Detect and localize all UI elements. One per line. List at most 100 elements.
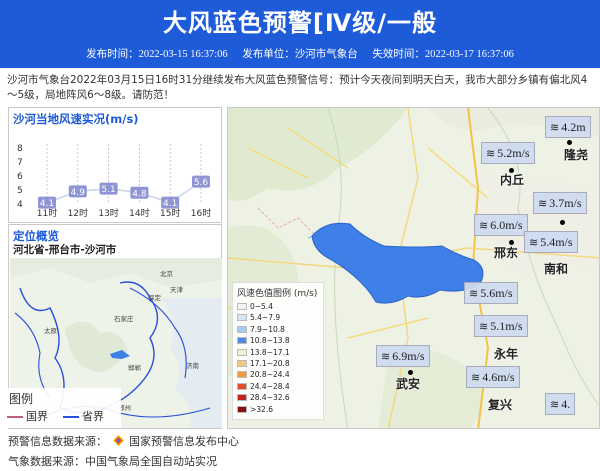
wind-icon: ≋: [538, 197, 548, 210]
wind-label[interactable]: ≋ 4.: [545, 393, 576, 415]
wind-label[interactable]: ≋ 4.6m/s: [466, 366, 520, 388]
national-border-line-icon: [7, 416, 23, 418]
wind-label[interactable]: ≋ 5.6m/s: [464, 282, 518, 304]
wind-panel-title: 沙河当地风速实况(m/s): [13, 112, 139, 126]
wind-icon: ≋: [479, 320, 489, 333]
y-tick-label: 8: [17, 144, 23, 154]
city-marker: [560, 220, 565, 225]
wind-icon: ≋: [479, 219, 489, 232]
y-tick-label: 7: [17, 158, 23, 168]
wind-label[interactable]: ≋ 5.4m/s: [524, 231, 578, 253]
data-label: 4.1: [40, 199, 54, 209]
data-label: 4.8: [132, 189, 147, 199]
y-tick-label: 4: [17, 200, 23, 210]
warning-source: 预警信息数据来源： 国家预警信息发布中心: [8, 435, 239, 448]
y-tick-label: 6: [17, 172, 23, 182]
wind-label[interactable]: ≋ 6.9m/s: [376, 345, 430, 367]
wind-label[interactable]: ≋ 6.0m/s: [474, 214, 528, 236]
legend-label: 24.4~28.4: [250, 381, 290, 391]
legend-label: 10.8~13.8: [250, 336, 290, 346]
city-label[interactable]: 内丘: [500, 171, 524, 188]
legend-label: >32.6: [250, 404, 273, 414]
legend-row: 0~5.4: [237, 302, 273, 312]
x-tick-label: 12时: [68, 207, 88, 219]
legend-swatch: [237, 348, 247, 356]
legend-swatch: [237, 303, 247, 310]
x-tick-label: 16时: [191, 207, 211, 219]
wind-icon: ≋: [486, 147, 496, 160]
page-title: 大风蓝色预警[Ⅳ级/一般: [162, 9, 438, 37]
expire-time: 失效时间：2022-03-17 16:37:06: [372, 49, 514, 60]
warning-center-logo-icon: [112, 435, 124, 446]
legend-row: 28.4~32.6: [237, 393, 290, 403]
legend-swatch: [237, 314, 247, 322]
data-label: 4.9: [71, 188, 86, 198]
header-bar: 大风蓝色预警[Ⅳ级/一般 发布时间：2022-03-15 16:37:06 发布…: [0, 0, 600, 68]
warning-description: 沙河市气象台2022年03月15日16时31分继续发布大风蓝色预警信号：预计今天…: [7, 74, 588, 101]
legend-label: 5.4~7.9: [250, 313, 281, 323]
city-marker: [567, 140, 572, 145]
map-city-label: 邯郸: [128, 364, 142, 372]
legend-row: 13.8~17.1: [237, 348, 290, 358]
map-city-label: 济南: [186, 361, 200, 370]
legend-label: 28.4~32.6: [250, 393, 290, 403]
legend-row: 5.4~7.9: [237, 313, 280, 323]
x-tick-label: 14时: [129, 207, 149, 219]
weather-source: 气象数据来源：中国气象局全国自动站实况: [8, 455, 217, 468]
legend-row: 7.9~10.8: [237, 325, 285, 335]
city-label[interactable]: 邢东: [494, 244, 518, 261]
legend-swatch: [237, 371, 247, 379]
location-region: 河北省-邢台市-沙河市: [13, 244, 117, 256]
legend-swatch: [237, 360, 247, 367]
city-label[interactable]: 永年: [494, 345, 518, 362]
wind-icon: ≋: [469, 287, 479, 300]
wind-label[interactable]: ≋ 5.1m/s: [474, 315, 528, 337]
map-legend: 图例 国界 省界: [1, 388, 121, 428]
y-tick-label: 5: [17, 186, 23, 196]
legend-row: 17.1~20.8: [237, 359, 290, 369]
wind-icon: ≋: [550, 121, 560, 134]
map-city-label: 保定: [148, 293, 162, 302]
legend-label: 0~5.4: [250, 302, 273, 311]
legend-national-border: 国界: [7, 408, 48, 424]
legend-label: 13.8~17.1: [250, 347, 290, 357]
legend-swatch: [237, 325, 247, 333]
legend-row: >32.6: [237, 405, 273, 415]
legend-row: 24.4~28.4: [237, 382, 290, 392]
data-label: 5.6: [194, 178, 209, 188]
legend-swatch: [237, 382, 247, 390]
wind-icon: ≋: [471, 371, 481, 384]
warning-source-org[interactable]: 国家预警信息发布中心: [129, 435, 239, 448]
legend-label: 7.9~10.8: [250, 324, 285, 334]
legend-swatch: [237, 394, 247, 402]
data-label: 5.1: [101, 185, 115, 195]
legend-row: 10.8~13.8: [237, 336, 290, 346]
legend-swatch: [237, 405, 247, 413]
wind-label[interactable]: ≋ 5.2m/s: [481, 142, 535, 164]
city-label[interactable]: 武安: [396, 375, 420, 392]
wind-icon: ≋: [550, 398, 560, 411]
legend-row: 20.8~24.4: [237, 370, 290, 380]
wind-speed-panel: 4 5 6 7 8 11时 12时 13时 14时 15时 16时 4.1 4.9 5.1 4.8 4.1 5.…: [8, 107, 222, 223]
wind-icon: ≋: [381, 350, 391, 363]
publisher: 发布单位：沙河市气象台: [242, 49, 358, 60]
city-label[interactable]: 复兴: [488, 396, 512, 413]
wind-label[interactable]: ≋ 3.7m/s: [533, 192, 587, 214]
wind-icon: ≋: [529, 236, 539, 249]
data-label: 4.1: [163, 199, 177, 209]
map-city-label: 北京: [160, 269, 174, 278]
wind-speed-legend-title: 风速色值图例 (m/s): [237, 289, 318, 299]
province-border-line-icon: [63, 416, 79, 418]
map-city-label: 石家庄: [114, 314, 134, 323]
publish-time: 发布时间：2022-03-15 16:37:06: [86, 49, 228, 60]
legend-province-border: 省界: [63, 408, 104, 424]
warning-meta: 发布时间：2022-03-15 16:37:06 发布单位：沙河市气象台 失效时…: [0, 48, 600, 62]
legend-label: 20.8~24.4: [250, 370, 290, 380]
wind-speed-legend: 风速色值图例 (m/s) 0~5.4 5.4~7.9 7.9~10.8 10.8~13…: [232, 282, 324, 420]
city-label[interactable]: 隆尧: [564, 146, 588, 163]
wind-label[interactable]: ≋ 4.2m: [545, 116, 591, 138]
city-label[interactable]: 南和: [544, 260, 568, 277]
map-city-label: 天津: [170, 286, 184, 294]
map-legend-title: 图例: [9, 392, 34, 406]
map-city-label: 太原: [44, 326, 58, 335]
